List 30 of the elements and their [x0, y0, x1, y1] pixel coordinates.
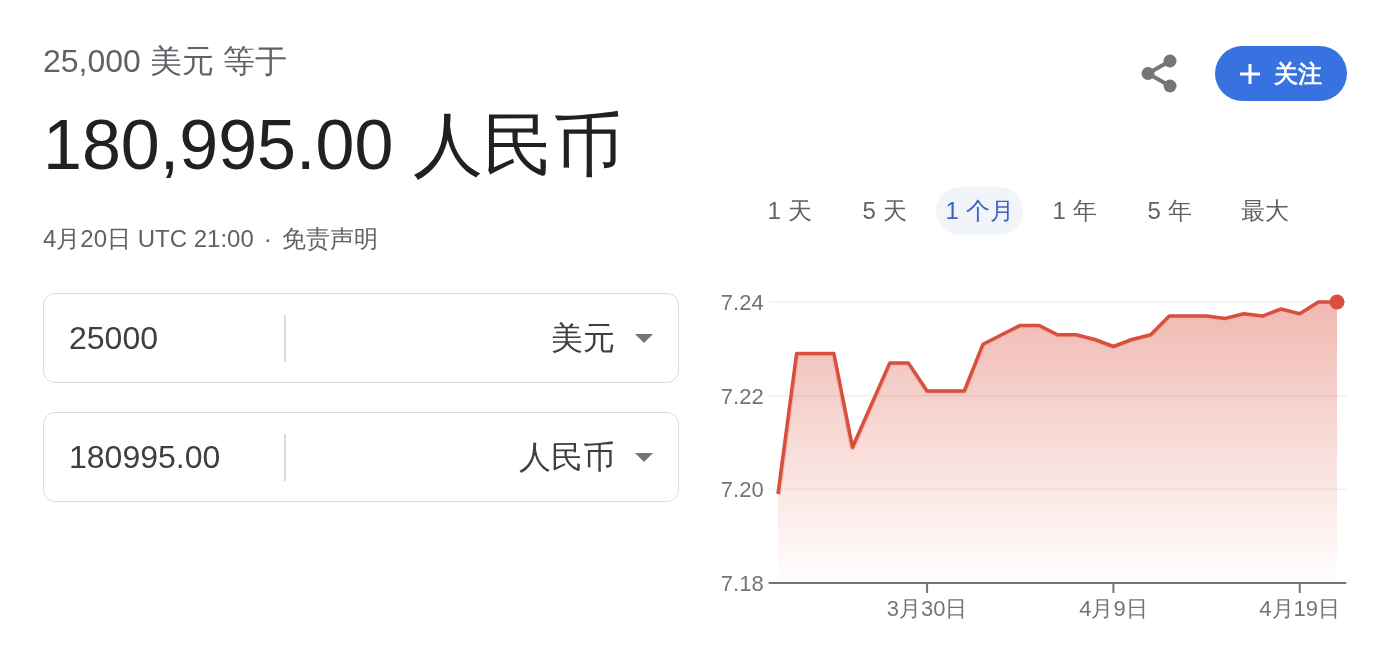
plus-icon — [1240, 63, 1260, 84]
converted-amount: 180,995.00 人民币 — [43, 105, 623, 185]
caret-icon — [635, 452, 653, 462]
range-tab[interactable]: 最大 — [1221, 187, 1308, 235]
range-tab[interactable]: 1 年 — [1031, 187, 1118, 235]
range-tab[interactable]: 1 天 — [746, 187, 833, 235]
currency-select[interactable]: 人民币 — [519, 433, 653, 481]
update-time: 4月20日 UTC 21:00 — [43, 224, 254, 254]
y-axis-label: 7.20 — [720, 477, 764, 503]
amount-field[interactable]: 180995.00 — [44, 413, 284, 501]
range-tab[interactable]: 5 天 — [841, 187, 928, 235]
x-axis-label: 3月30日 — [886, 596, 968, 621]
share-icon[interactable] — [1141, 54, 1177, 93]
x-axis-label: 4月19日 — [1259, 596, 1341, 621]
caret-icon — [635, 333, 653, 343]
converter-field[interactable]: 25000 美元 — [43, 293, 679, 383]
x-axis-label: 4月9日 — [1079, 596, 1148, 621]
y-axis-label: 7.22 — [720, 383, 764, 409]
converter-field[interactable]: 180995.00 人民币 — [43, 412, 679, 502]
separator-text: · — [263, 224, 272, 254]
amount-field[interactable]: 25000 — [44, 294, 284, 382]
y-axis-label: 7.18 — [720, 571, 764, 596]
currency-select[interactable]: 美元 — [551, 314, 653, 362]
conversion-label: 25,000 美元 等于 — [43, 42, 287, 80]
disclaimer-link[interactable]: 免责声明 — [281, 224, 378, 254]
range-tab[interactable]: 1 个月 — [936, 187, 1023, 235]
follow-button[interactable]: 关注 — [1215, 46, 1347, 101]
point-marker-icon — [1329, 294, 1345, 310]
y-axis-label: 7.24 — [720, 290, 764, 315]
range-tab[interactable]: 5 年 — [1126, 187, 1213, 235]
